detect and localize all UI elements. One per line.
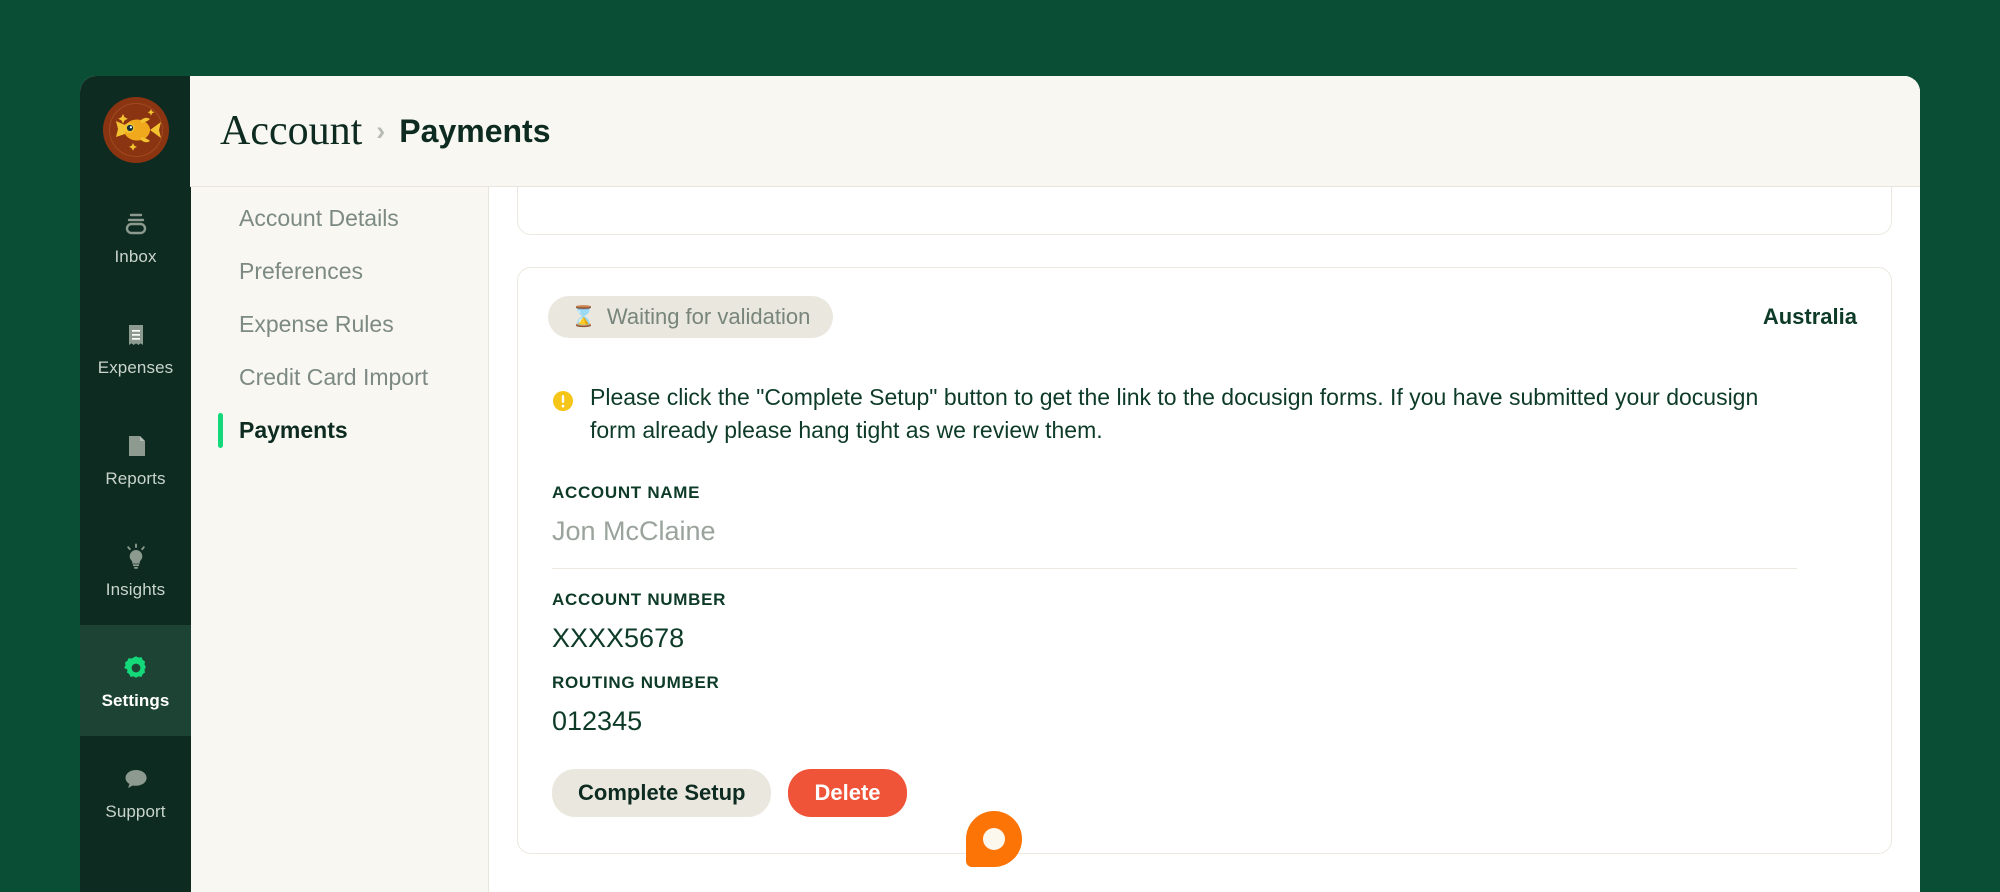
subnav-item-label: Account Details (239, 205, 399, 231)
sidebar-item-inbox[interactable]: Inbox (80, 181, 191, 292)
subnav-item-label: Credit Card Import (239, 364, 429, 390)
hourglass-icon: ⌛ (571, 306, 596, 328)
subnav-item-expense-rules[interactable]: Expense Rules (191, 298, 488, 351)
subnav-item-credit-card-import[interactable]: Credit Card Import (191, 351, 488, 404)
sidebar-item-label: Inbox (114, 246, 157, 266)
account-number-value[interactable]: XXXX5678 (552, 624, 1861, 652)
payment-card-header: ⌛ Waiting for validation Australia (548, 296, 1861, 338)
document-icon (121, 431, 151, 461)
subnav-item-label: Payments (239, 417, 348, 443)
field-underline (552, 567, 1797, 569)
sidebar-item-insights[interactable]: Insights (80, 514, 191, 625)
fish-logo-glyph (115, 109, 161, 151)
field-label: ACCOUNT NUMBER (552, 589, 727, 609)
main-column: Account › Payments 031101114 ⌛ Waiting f… (190, 76, 1920, 892)
sidebar-item-label: Insights (105, 579, 166, 599)
primary-sidebar: Inbox Expenses Reports Insights Settings… (80, 76, 191, 892)
country-label: Australia (1762, 304, 1857, 329)
chat-bubble-icon (121, 764, 151, 794)
inbox-icon (121, 209, 151, 239)
fish-logo[interactable] (102, 97, 169, 163)
account-name-value[interactable]: Jon McClaine (552, 517, 1861, 545)
sidebar-item-label: Reports (105, 468, 166, 488)
breadcrumb: Account › Payments (220, 110, 550, 152)
sidebar-item-expenses[interactable]: Expenses (80, 292, 191, 403)
app-window: Inbox Expenses Reports Insights Settings… (80, 76, 1920, 892)
sidebar-item-label: Expenses (97, 357, 174, 377)
status-badge-label: Waiting for validation (606, 304, 811, 329)
app-header: Account › Payments (190, 76, 1920, 187)
routing-number-value[interactable]: 012345 (552, 707, 1861, 735)
gear-icon (121, 653, 151, 683)
payment-card[interactable]: ⌛ Waiting for validation Australia Pleas… (517, 267, 1892, 854)
sidebar-item-reports[interactable]: Reports (80, 403, 191, 514)
status-badge: ⌛ Waiting for validation (548, 296, 834, 338)
field-label: ROUTING NUMBER (552, 672, 720, 692)
subnav-item-label: Preferences (239, 258, 364, 284)
field-label: ACCOUNT NAME (552, 482, 701, 502)
secondary-nav: Account Details Preferences Expense Rule… (191, 76, 489, 892)
delete-button[interactable]: Delete (788, 768, 907, 817)
lightbulb-icon (121, 542, 151, 572)
sidebar-nav-list: Inbox Expenses Reports Insights Settings… (80, 181, 191, 847)
breadcrumb-root[interactable]: Account (220, 110, 362, 152)
content-scroll-area[interactable]: 031101114 ⌛ Waiting for validation Austr… (489, 187, 1920, 892)
sidebar-item-label: Support (105, 801, 166, 821)
sidebar-item-support[interactable]: Support (80, 736, 191, 847)
field-routing-number: ROUTING NUMBER 012345 (548, 674, 1861, 735)
warning-circle-icon (552, 390, 574, 412)
sidebar-item-settings[interactable]: Settings (80, 625, 191, 736)
payment-card-actions: Complete Setup Delete (548, 768, 1861, 817)
payment-card-previous[interactable]: 031101114 (517, 187, 1892, 235)
sidebar-item-label: Settings (101, 690, 170, 710)
subnav-item-preferences[interactable]: Preferences (191, 245, 488, 298)
notice-banner: Please click the "Complete Setup" button… (548, 381, 1861, 448)
notice-text: Please click the "Complete Setup" button… (590, 384, 1759, 444)
breadcrumb-separator-icon: › (376, 115, 386, 146)
field-account-name: ACCOUNT NAME Jon McClaine (548, 484, 1861, 569)
subnav-item-label: Expense Rules (239, 311, 394, 337)
receipt-icon (121, 320, 151, 350)
subnav-item-account-details[interactable]: Account Details (191, 192, 488, 245)
page-title: Payments (399, 113, 551, 149)
complete-setup-button[interactable]: Complete Setup (552, 768, 772, 817)
field-account-number: ACCOUNT NUMBER XXXX5678 (548, 591, 1861, 652)
subnav-item-payments[interactable]: Payments (191, 404, 488, 457)
